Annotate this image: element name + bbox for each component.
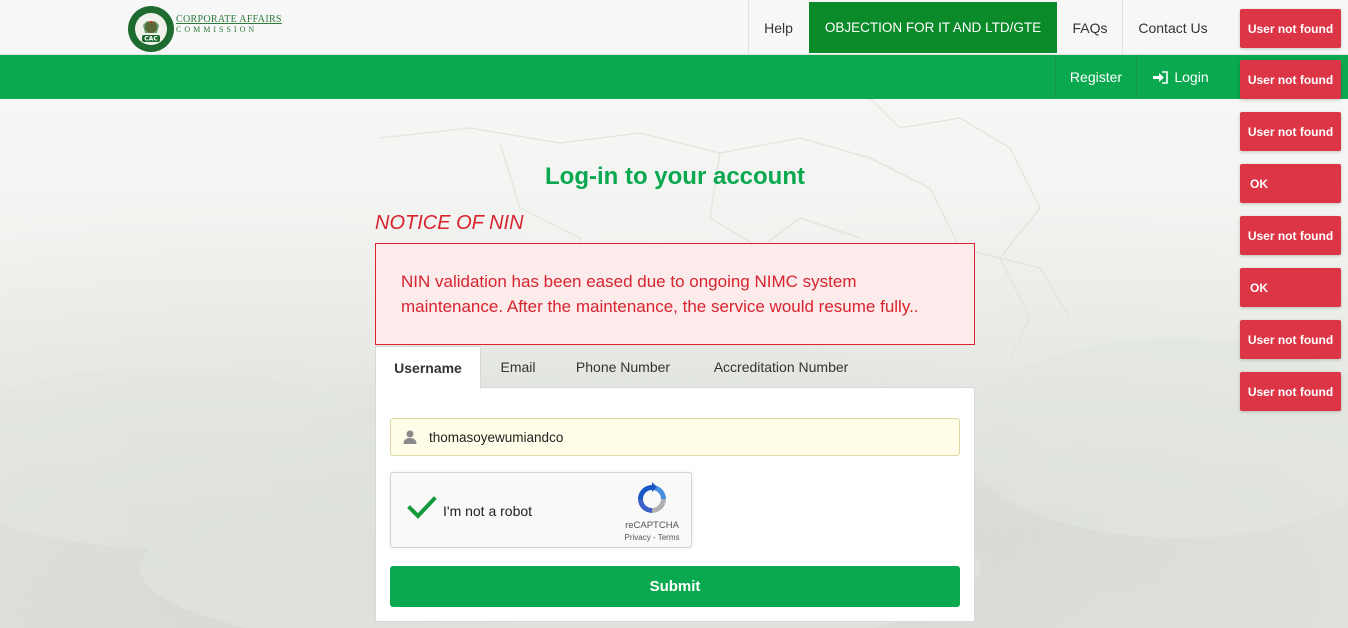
tab-username[interactable]: Username <box>375 346 481 389</box>
toast-notification[interactable]: User not found <box>1240 216 1341 255</box>
recaptcha-label: I'm not a robot <box>443 503 533 519</box>
toast-notification[interactable]: OK <box>1240 268 1341 307</box>
submit-button[interactable]: Submit <box>390 566 960 607</box>
tab-email[interactable]: Email <box>481 346 555 388</box>
tab-phone-number[interactable]: Phone Number <box>561 346 685 388</box>
checkmark-icon[interactable] <box>407 495 437 521</box>
notice-text: NIN validation has been eased due to ong… <box>401 272 919 316</box>
toast-notification[interactable]: User not found <box>1240 9 1341 48</box>
username-value: thomasoyewumiandco <box>429 429 564 445</box>
page-title: Log-in to your account <box>545 163 805 190</box>
tab-accreditation-number[interactable]: Accreditation Number <box>693 346 869 388</box>
login-section: Log-in to your account NOTICE OF NIN NIN… <box>0 0 1348 628</box>
toast-notification[interactable]: OK <box>1240 164 1341 203</box>
toast-notification[interactable]: User not found <box>1240 60 1341 99</box>
recaptcha-widget[interactable]: I'm not a robot reCAPTCHA Privacy - Term… <box>390 472 692 548</box>
user-icon <box>403 430 417 444</box>
toast-notification[interactable]: User not found <box>1240 320 1341 359</box>
recaptcha-brand: reCAPTCHA <box>625 520 679 531</box>
login-method-tabs: Username Email Phone Number Accreditatio… <box>375 346 975 389</box>
recaptcha-links[interactable]: Privacy - Terms <box>615 533 689 542</box>
recaptcha-logo-icon <box>638 482 666 513</box>
toast-notification[interactable]: User not found <box>1240 372 1341 411</box>
toast-notification[interactable]: User not found <box>1240 112 1341 151</box>
notice-alert: NIN validation has been eased due to ong… <box>375 243 975 345</box>
notice-title: NOTICE OF NIN <box>375 212 524 234</box>
username-input[interactable]: thomasoyewumiandco <box>390 418 960 456</box>
